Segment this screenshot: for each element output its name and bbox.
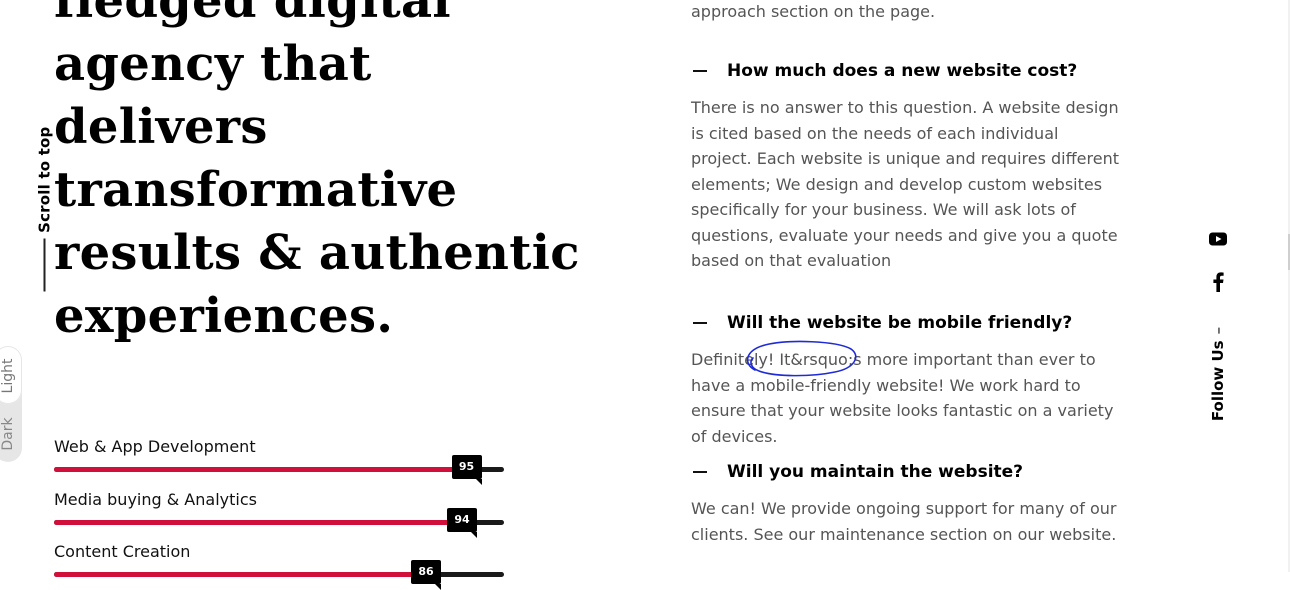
skill-media-buying-analytics: Media buying & Analytics 94 <box>54 490 504 538</box>
skill-progress-track: 95 <box>54 455 504 485</box>
faq-intro: approach section on the page. <box>691 0 1131 25</box>
headline-line: transformative <box>54 162 458 218</box>
skill-progress-track: 94 <box>54 508 504 538</box>
skill-web-app-development: Web & App Development 95 <box>54 437 504 485</box>
faq-answer: There is no answer to this question. A w… <box>691 98 1119 270</box>
headline-line: fledged digital <box>54 0 451 29</box>
follow-us: Follow Us – <box>1209 319 1227 429</box>
collapse-dash-icon <box>693 322 707 324</box>
skill-percent-badge: 95 <box>451 455 482 485</box>
follow-us-separator: – <box>1209 326 1227 335</box>
faq-item: Will you maintain the website? We can! W… <box>691 462 1131 547</box>
faq-question-text: Will you maintain the website? <box>727 462 1024 482</box>
faq-question[interactable]: How much does a new website cost? <box>691 61 1131 81</box>
skill-label: Web & App Development <box>54 437 256 456</box>
headline-line: experiences. <box>54 288 394 344</box>
skill-percent-badge: 86 <box>411 560 441 590</box>
theme-dark-label[interactable]: Dark <box>0 417 16 450</box>
faq-item: Will the website be mobile friendly? Def… <box>691 313 1131 449</box>
faq-answer: We can! We provide ongoing support for m… <box>691 499 1117 544</box>
skill-progress-track: 86 <box>54 560 504 590</box>
faq-intro-text: approach section on the page. <box>691 2 936 21</box>
collapse-dash-icon <box>693 70 707 72</box>
skill-percent-badge: 94 <box>447 508 477 538</box>
headline-line: agency that <box>54 36 372 92</box>
faq-question-text: How much does a new website cost? <box>727 61 1078 81</box>
skill-progress-fill <box>54 520 477 525</box>
facebook-link[interactable] <box>1205 272 1231 292</box>
faq-question[interactable]: Will the website be mobile friendly? <box>691 313 1131 333</box>
faq-question-text: Will the website be mobile friendly? <box>727 313 1073 333</box>
follow-us-label: Follow Us <box>1209 340 1227 422</box>
scroll-to-top-label: Scroll to top <box>35 126 54 233</box>
skill-progress-fill <box>54 572 441 577</box>
facebook-icon <box>1213 272 1224 292</box>
youtube-icon <box>1209 232 1227 246</box>
faq-question[interactable]: Will you maintain the website? <box>691 462 1131 482</box>
skill-label: Content Creation <box>54 542 191 561</box>
collapse-dash-icon <box>693 471 707 473</box>
skill-content-creation: Content Creation 86 <box>54 542 504 590</box>
headline-line: delivers <box>54 99 268 155</box>
skill-progress-fill <box>54 467 482 472</box>
skill-label: Media buying & Analytics <box>54 490 257 509</box>
youtube-link[interactable] <box>1205 232 1231 246</box>
faq-item: How much does a new website cost? There … <box>691 61 1131 274</box>
faq-answer: Definitely! It&rsquo;s more important th… <box>691 350 1114 446</box>
headline-line: results & authentic <box>54 225 580 281</box>
theme-toggle[interactable]: Light Dark <box>0 346 22 462</box>
scroll-to-top[interactable]: Scroll to top <box>36 127 54 292</box>
hero-headline: fledged digital agency that delivers tra… <box>54 0 580 348</box>
theme-light-label[interactable]: Light <box>0 359 16 394</box>
scroll-line <box>43 238 46 292</box>
